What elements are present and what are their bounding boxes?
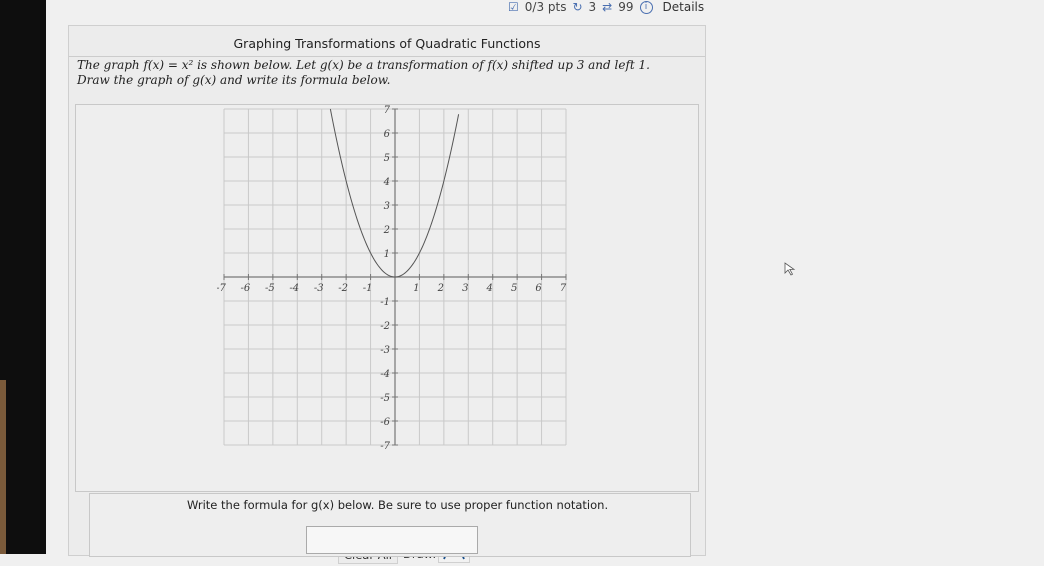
question-card: Graphing Transformations of Quadratic Fu… — [68, 25, 706, 564]
y-tick-label: 6 — [384, 129, 391, 140]
y-tick-label: -6 — [380, 417, 390, 428]
y-tick-label: 2 — [383, 225, 390, 236]
points-text: 0/3 pts — [524, 0, 567, 14]
coordinate-graph[interactable]: -7 -6 -5 -4 -3 -2 -1 1 2 3 4 5 6 7 7 6 5 4 3 2 1 -1 -2 -3 -4 -5 -… — [217, 102, 573, 452]
details-link[interactable]: Details — [663, 0, 705, 14]
prompt-line-1: The graph f(x) = x² is shown below. Let … — [77, 58, 650, 72]
mouse-cursor-icon — [784, 262, 796, 276]
question-prompt: The graph f(x) = x² is shown below. Let … — [77, 58, 697, 88]
formula-panel: Write the formula for g(x) below. Be sur… — [89, 493, 691, 557]
y-tick-label: -5 — [380, 393, 390, 404]
y-tick-label: 5 — [384, 153, 390, 164]
x-tick-label: 1 — [413, 283, 419, 294]
question-status-bar: ☑ 0/3 pts ↻ 3 ⇄ 99 i Details — [508, 0, 704, 14]
formula-instruction: Write the formula for g(x) below. Be sur… — [187, 498, 609, 512]
monitor-edge — [0, 380, 6, 554]
checkbox-icon: ☑ — [508, 0, 519, 14]
attempts-count: 99 — [618, 0, 634, 14]
graph-panel: -7 -6 -5 -4 -3 -2 -1 1 2 3 4 5 6 7 7 6 5 4 3 2 1 -1 -2 -3 -4 -5 -… — [75, 102, 699, 564]
x-tick-label: -4 — [289, 283, 299, 294]
prompt-line-2: Draw the graph of g(x) and write its for… — [77, 73, 391, 87]
y-tick-label: -2 — [380, 321, 390, 332]
x-tick-label: 5 — [511, 283, 517, 294]
retry-icon[interactable]: ↻ — [572, 0, 582, 14]
y-tick-label: 4 — [383, 177, 390, 188]
x-tick-label: 3 — [462, 283, 468, 294]
info-icon[interactable]: i — [639, 0, 653, 14]
retries-count: 3 — [588, 0, 597, 14]
x-tick-label: 7 — [560, 283, 567, 294]
y-tick-label: -3 — [380, 345, 390, 356]
y-tick-label: 1 — [384, 249, 390, 260]
x-tick-label: 6 — [535, 283, 542, 294]
y-tick-label: 7 — [384, 105, 391, 116]
x-tick-label: -7 — [217, 283, 227, 294]
x-tick-label: 2 — [437, 283, 444, 294]
x-tick-label: -6 — [241, 283, 251, 294]
question-title: Graphing Transformations of Quadratic Fu… — [69, 36, 705, 57]
x-tick-label: -5 — [265, 283, 275, 294]
y-tick-label: 3 — [384, 201, 390, 212]
formula-input[interactable] — [306, 526, 478, 554]
monitor-bezel — [0, 0, 46, 554]
x-tick-label: -3 — [314, 283, 324, 294]
attempts-icon: ⇄ — [602, 0, 613, 14]
y-tick-label: -4 — [380, 369, 390, 380]
x-tick-label: -2 — [338, 283, 348, 294]
y-tick-label: -7 — [380, 441, 390, 452]
x-tick-label: 4 — [486, 283, 493, 294]
x-tick-label: -1 — [363, 283, 373, 294]
y-tick-label: -1 — [380, 297, 390, 308]
